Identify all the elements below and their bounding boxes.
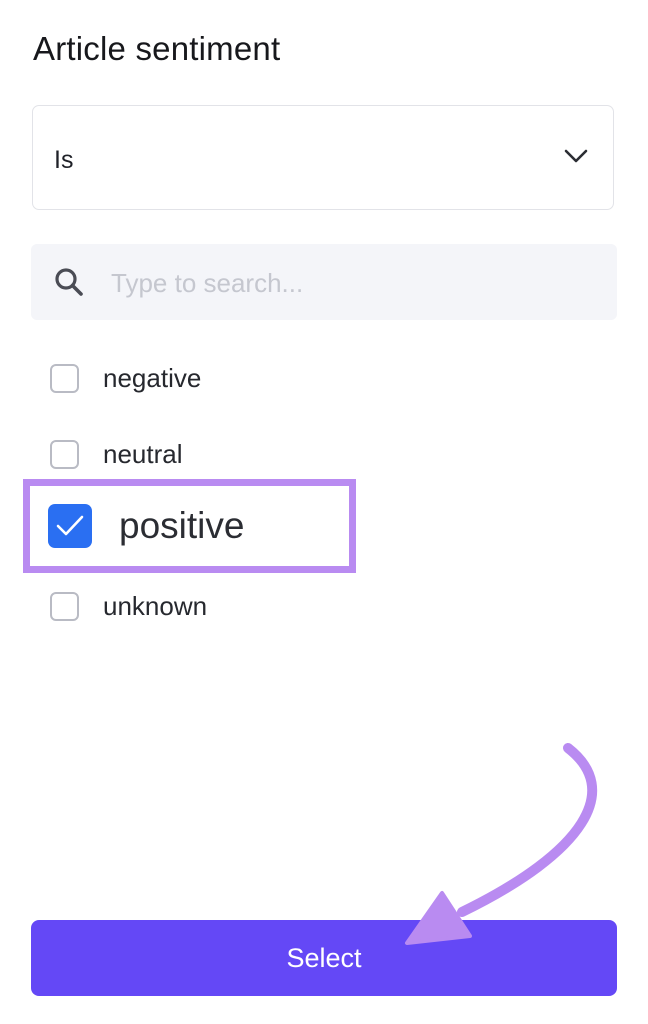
search-icon	[55, 268, 83, 296]
option-unknown[interactable]: unknown	[50, 588, 207, 624]
select-button[interactable]: Select	[31, 920, 617, 996]
option-label: negative	[103, 362, 202, 393]
neutral-checkbox[interactable]	[50, 439, 79, 469]
unknown-checkbox[interactable]	[50, 591, 79, 621]
chevron-down-icon	[564, 149, 588, 163]
checkmark-icon	[56, 515, 84, 536]
option-neutral[interactable]: neutral	[50, 436, 183, 472]
option-positive[interactable]: positive	[48, 504, 244, 548]
positive-checkbox[interactable]	[48, 504, 92, 548]
sentiment-filter-panel: Article sentiment Is negative neutral po…	[0, 0, 648, 1024]
negative-checkbox[interactable]	[50, 363, 79, 393]
option-label: unknown	[103, 590, 208, 621]
option-label: positive	[119, 505, 245, 546]
search-input[interactable]	[109, 262, 593, 304]
panel-title: Article sentiment	[33, 30, 281, 67]
option-label: neutral	[103, 438, 183, 469]
operator-value: Is	[54, 146, 74, 174]
operator-dropdown[interactable]: Is	[32, 105, 614, 210]
option-negative[interactable]: negative	[50, 360, 201, 396]
search-box[interactable]	[31, 244, 617, 320]
